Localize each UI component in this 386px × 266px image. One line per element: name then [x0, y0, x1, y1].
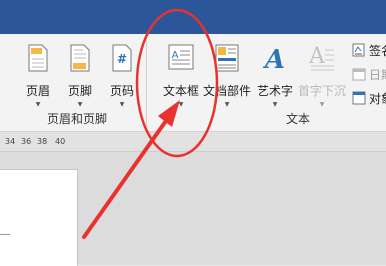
annotation-arrow-shaft [82, 116, 170, 239]
highlight-ellipse [135, 8, 219, 158]
annotation-overlay [82, 8, 219, 239]
annotation-arrow-head [158, 100, 180, 127]
